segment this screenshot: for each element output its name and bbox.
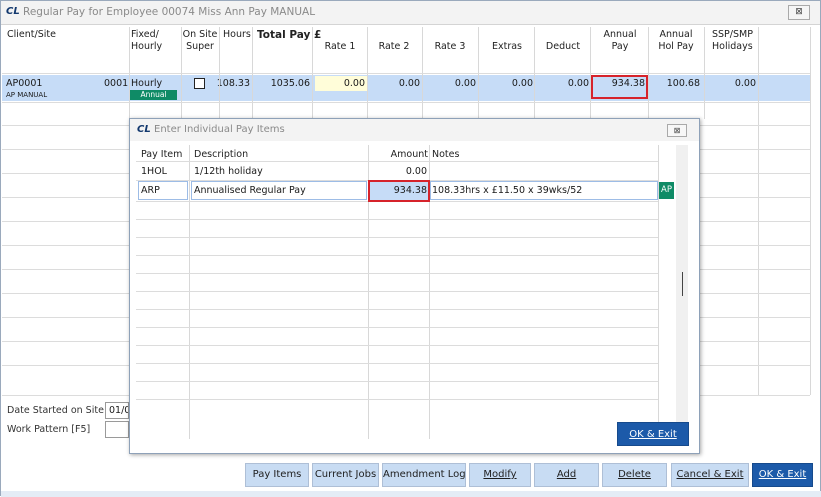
row-fixed-hourly: Hourly [131,78,163,89]
pay-items-dialog: CL Enter Individual Pay Items ⊠ Pay Item… [129,118,700,454]
col-header-annual-hol-pay: Annual Hol Pay [658,29,694,52]
dialog-title: Enter Individual Pay Items [154,124,285,135]
dialog-grid-divider [189,145,190,439]
dialog-col-pay-item: Pay Item [141,149,183,160]
work-pattern-input[interactable] [105,421,129,438]
row-annual-hol-pay: 100.68 [666,78,700,89]
work-pattern-label: Work Pattern [F5] [7,424,91,435]
dialog-row-line [136,291,658,292]
current-jobs-button[interactable]: Current Jobs [312,463,379,487]
pay-items-button[interactable]: Pay Items [245,463,309,487]
row-extras[interactable]: 0.00 [479,78,533,89]
amendment-log-button[interactable]: Amendment Log [382,463,466,487]
dialog-row-line [136,161,658,162]
on-site-super-checkbox[interactable] [194,78,205,89]
grid-row-line [2,102,810,103]
modify-button[interactable]: Modify [469,463,531,487]
row-rate1[interactable]: 0.00 [313,78,365,89]
row-ssp-smp: 0.00 [734,78,756,89]
delete-button[interactable]: Delete [602,463,667,487]
row-client-name: AP MANUAL [6,91,48,99]
regular-pay-window: CL Regular Pay for Employee 00074 Miss A… [0,0,821,497]
dialog-row-line [136,273,658,274]
ok-exit-button[interactable]: OK & Exit [752,463,813,487]
row-rate3[interactable]: 0.00 [422,78,476,89]
ap-button[interactable]: AP [659,182,674,199]
dialog-row-line [136,381,658,382]
window-title: Regular Pay for Employee 00074 Miss Ann … [23,6,316,18]
cancel-exit-button[interactable]: Cancel & Exit [671,463,749,487]
date-started-input[interactable]: 01/03 [105,402,129,419]
date-started-label: Date Started on Site [7,405,104,416]
annual-badge: Annual [130,90,177,100]
dialog-titlebar: CL Enter Individual Pay Items ⊠ [130,119,699,141]
row-deduct[interactable]: 0.00 [535,78,589,89]
dialog-row-line [136,255,658,256]
dialog-col-description: Description [194,149,249,160]
window-close-button[interactable]: ⊠ [788,5,810,20]
row-total-pay: 1035.06 [270,78,310,89]
dialog-logo-icon: CL [137,124,151,135]
pay-item-description: Annualised Regular Pay [194,185,306,196]
window-titlebar: CL Regular Pay for Employee 00074 Miss A… [1,1,820,25]
grid-divider [758,27,759,395]
app-logo-icon: CL [6,6,20,17]
dialog-row-line [136,219,658,220]
col-header-ssp-smp: SSP/SMP Holidays [712,29,753,52]
col-header-hours: Hours [223,29,251,40]
dialog-row-line [136,345,658,346]
pay-item-code: 1HOL [141,166,167,177]
dialog-close-button[interactable]: ⊠ [667,124,687,137]
pay-item-description: 1/12th holiday [194,166,263,177]
row-client-code: AP0001 [6,78,43,89]
row-annual-pay: 934.38 [611,78,645,89]
col-header-fixed-hourly: Fixed/ Hourly [131,29,163,52]
col-header-on-site-super: On Site Super [182,29,218,52]
col-header-annual-pay: Annual Pay [603,29,637,52]
pay-item-amount: 0.00 [405,166,427,177]
dialog-row-line [136,237,658,238]
dialog-row-line [136,309,658,310]
pay-item-amount: 934.38 [393,185,427,196]
row-site-code: 0001 [104,78,129,89]
dialog-col-notes: Notes [432,149,460,160]
dialog-row-line [136,363,658,364]
dialog-row-line [136,399,658,400]
row-rate2[interactable]: 0.00 [367,78,420,89]
taskbar-strip [1,491,821,497]
pay-item-notes: 108.33hrs x £11.50 x 39wks/52 [432,185,583,196]
grid-divider [810,27,811,395]
dialog-col-amount: Amount [390,149,428,160]
grid-row-line [2,73,810,74]
dialog-scrollbar-thumb[interactable] [682,272,683,296]
add-button[interactable]: Add [534,463,599,487]
pay-item-code: ARP [141,185,160,196]
col-header-client-site: Client/Site [7,29,56,40]
dialog-row-line [136,327,658,328]
dialog-ok-exit-button[interactable]: OK & Exit [617,422,689,446]
